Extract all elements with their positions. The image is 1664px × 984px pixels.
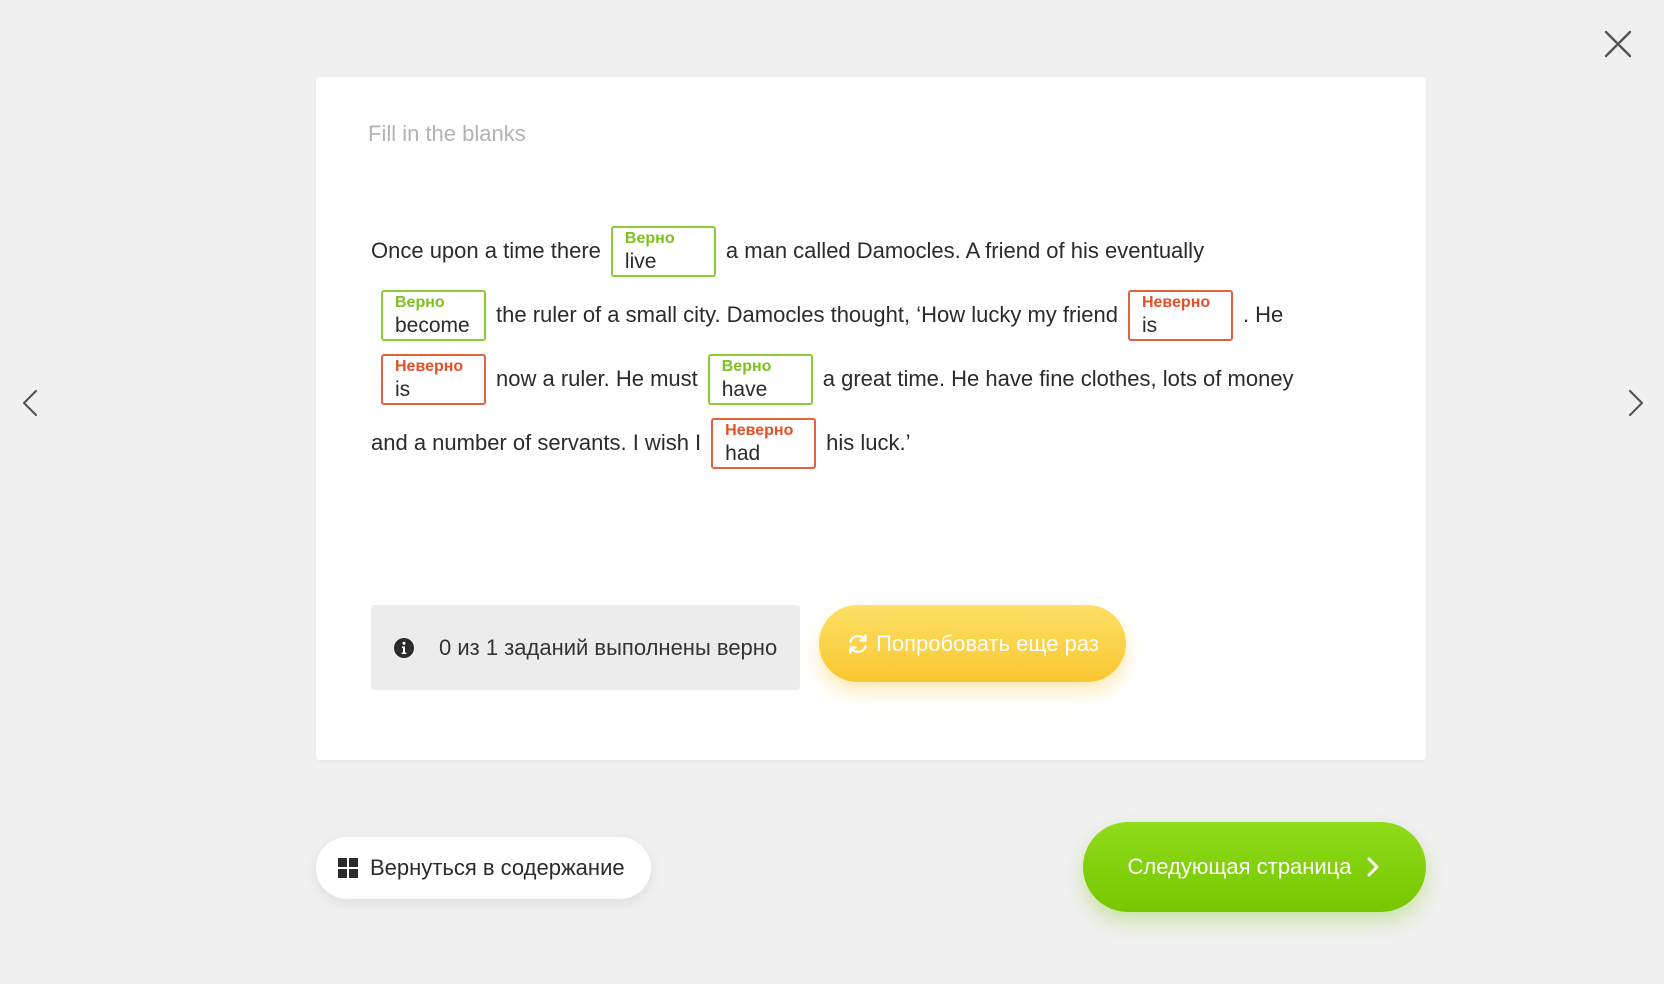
info-icon [394, 637, 414, 658]
close-icon [1604, 30, 1632, 58]
text-fragment: a man called Damocles. A friend of his e… [725, 238, 1205, 263]
answer-blank[interactable]: Неверно is [381, 353, 486, 405]
incorrect-badge: Неверно [395, 357, 464, 375]
text-fragment: . He [1242, 302, 1284, 327]
text-fragment: now a ruler. He must [496, 366, 698, 391]
back-to-contents-button[interactable]: Вернуться в содержание [316, 837, 651, 899]
chevron-left-icon [22, 389, 38, 417]
answer-blank[interactable]: Верно have [707, 353, 813, 405]
text-line: Once upon a time there Верно live a man cal… [371, 219, 1381, 283]
exercise-title: Fill in the blanks [368, 121, 526, 146]
text-fragment: a great time. He have fine clothes, lots… [822, 366, 1294, 391]
close-button[interactable] [1598, 24, 1638, 64]
answer-text: is [1141, 313, 1158, 337]
exercise-text: Once upon a time there Верно live a man cal… [371, 219, 1381, 475]
refresh-icon [849, 633, 867, 654]
answer-text: had [725, 441, 761, 465]
next-page-arrow[interactable] [1616, 385, 1652, 421]
grid-icon [338, 858, 358, 878]
chevron-right-icon [1628, 389, 1644, 417]
answer-text: have [721, 377, 768, 401]
retry-button[interactable]: Попробовать еще раз [819, 605, 1126, 682]
correct-badge: Верно [624, 229, 675, 247]
answer-blank[interactable]: Верно live [610, 225, 716, 277]
answer-text: live [624, 249, 657, 273]
incorrect-badge: Неверно [1141, 293, 1211, 311]
text-fragment: his luck.’ [826, 430, 911, 455]
text-fragment: Once upon a time there [371, 238, 601, 263]
answer-blank[interactable]: Верно become [381, 289, 486, 341]
answer-text: is [395, 377, 411, 401]
exercise-card: Fill in the blanks Once upon a time ther… [316, 77, 1426, 760]
answer-text: become [395, 313, 470, 337]
text-line: and a number of servants. I wish I Неверн… [371, 411, 1381, 475]
next-page-button[interactable]: Следующая страница [1083, 822, 1426, 912]
text-fragment: and a number of servants. I wish I [371, 430, 702, 455]
answer-blank[interactable]: Неверно is [1127, 289, 1233, 341]
text-line: Верно become the ruler of a small city. Da… [371, 283, 1381, 347]
correct-badge: Верно [395, 293, 445, 311]
retry-button-label: Попробовать еще раз [876, 630, 1099, 656]
chevron-right-icon [1367, 857, 1378, 877]
correct-badge: Верно [721, 357, 772, 375]
back-to-contents-label: Вернуться в содержание [370, 855, 625, 880]
text-fragment: the ruler of a small city. Damocles thou… [496, 302, 1118, 327]
incorrect-badge: Неверно [725, 421, 794, 439]
answer-blank[interactable]: Неверно had [711, 417, 817, 469]
result-summary: 0 из 1 заданий выполнены верно [371, 605, 800, 690]
next-page-label: Следующая страница [1127, 854, 1352, 879]
text-line: Неверно is now a ruler. He must Верно have a … [371, 347, 1381, 411]
prev-page-arrow[interactable] [14, 385, 50, 421]
result-text: 0 из 1 заданий выполнены верно [439, 634, 778, 660]
